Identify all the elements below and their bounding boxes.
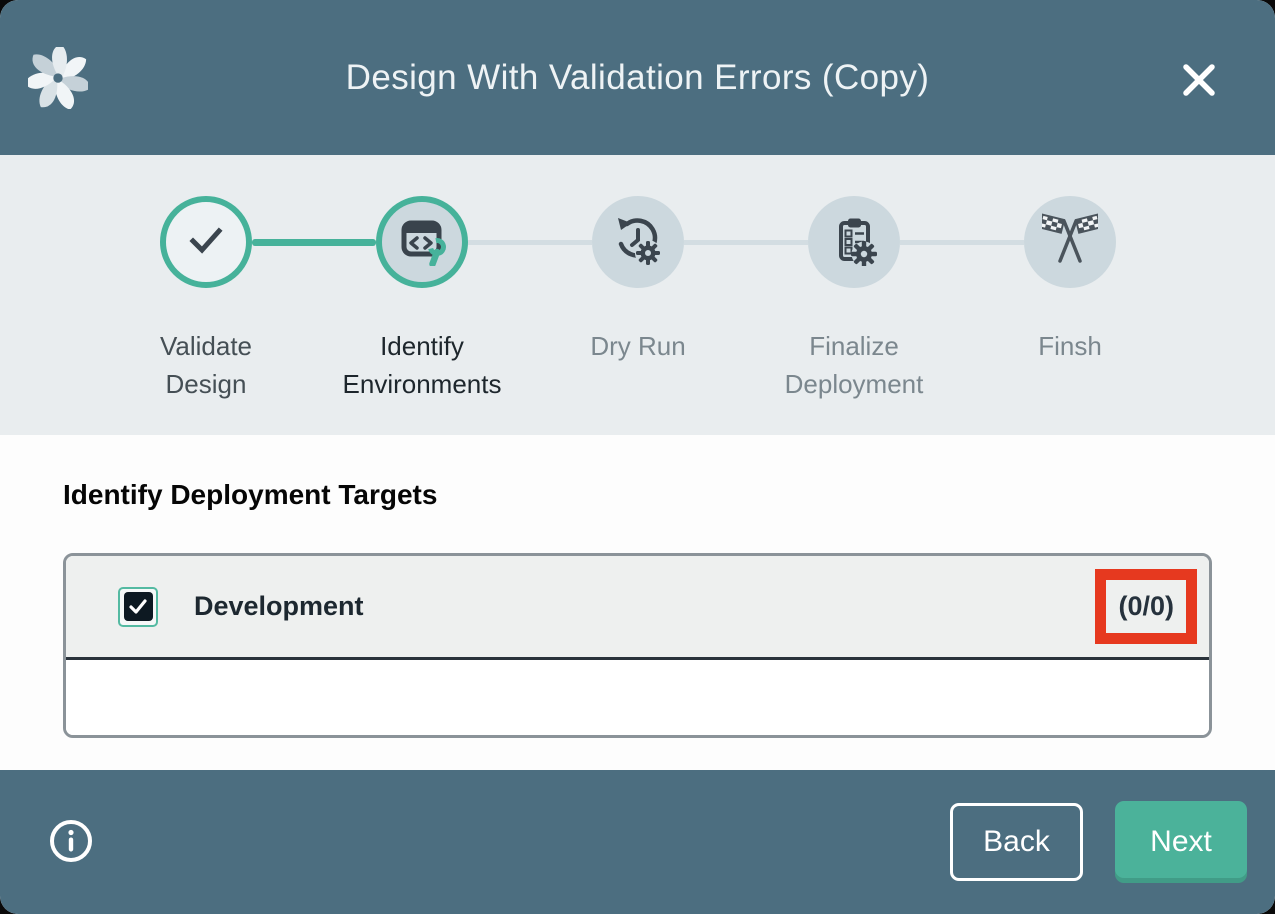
target-name: Development: [194, 591, 364, 622]
clipboard-checklist-gear-icon: [828, 214, 880, 271]
step-label: Finalize Deployment: [769, 328, 939, 403]
back-button[interactable]: Back: [950, 803, 1083, 881]
checkered-flags-icon: [1042, 212, 1098, 273]
page-title: Identify Deployment Targets: [63, 479, 437, 511]
next-button[interactable]: Next: [1115, 801, 1247, 883]
step-circle: [376, 196, 468, 288]
history-gear-icon: [612, 214, 664, 271]
wizard-stepper: Validate Design Identify Environments: [0, 155, 1275, 435]
target-count: (0/0): [1118, 591, 1174, 621]
wizard-body: Identify Deployment Targets Development …: [0, 435, 1275, 770]
step-identify-environments[interactable]: Identify Environments: [314, 196, 530, 403]
step-finalize-deployment[interactable]: Finalize Deployment: [746, 196, 962, 403]
deployment-targets-list: Development (0/0): [63, 553, 1212, 738]
step-circle: [160, 196, 252, 288]
checkbox-checkmark-icon: [124, 592, 153, 621]
code-window-wrench-icon: [396, 214, 448, 271]
step-label: Finsh: [985, 328, 1155, 366]
dialog-title: Design With Validation Errors (Copy): [0, 0, 1275, 155]
dialog-footer: Back Next: [0, 770, 1275, 914]
step-finish[interactable]: Finsh: [962, 196, 1178, 366]
deployment-wizard-dialog: Design With Validation Errors (Copy) Val…: [0, 0, 1275, 914]
empty-list-area: [66, 660, 1209, 735]
info-icon[interactable]: [49, 819, 93, 863]
development-checkbox[interactable]: [118, 587, 158, 627]
step-validate-design[interactable]: Validate Design: [98, 196, 314, 403]
step-label: Identify Environments: [337, 328, 507, 403]
step-circle: [1024, 196, 1116, 288]
target-row-development[interactable]: Development (0/0): [66, 556, 1209, 660]
dialog-header: Design With Validation Errors (Copy): [0, 0, 1275, 155]
step-circle: [592, 196, 684, 288]
step-label: Validate Design: [121, 328, 291, 403]
check-icon: [182, 216, 230, 269]
step-dry-run[interactable]: Dry Run: [530, 196, 746, 366]
close-icon[interactable]: [1175, 56, 1223, 104]
annotation-highlight-box: (0/0): [1095, 569, 1197, 644]
step-label: Dry Run: [553, 328, 723, 366]
step-circle: [808, 196, 900, 288]
